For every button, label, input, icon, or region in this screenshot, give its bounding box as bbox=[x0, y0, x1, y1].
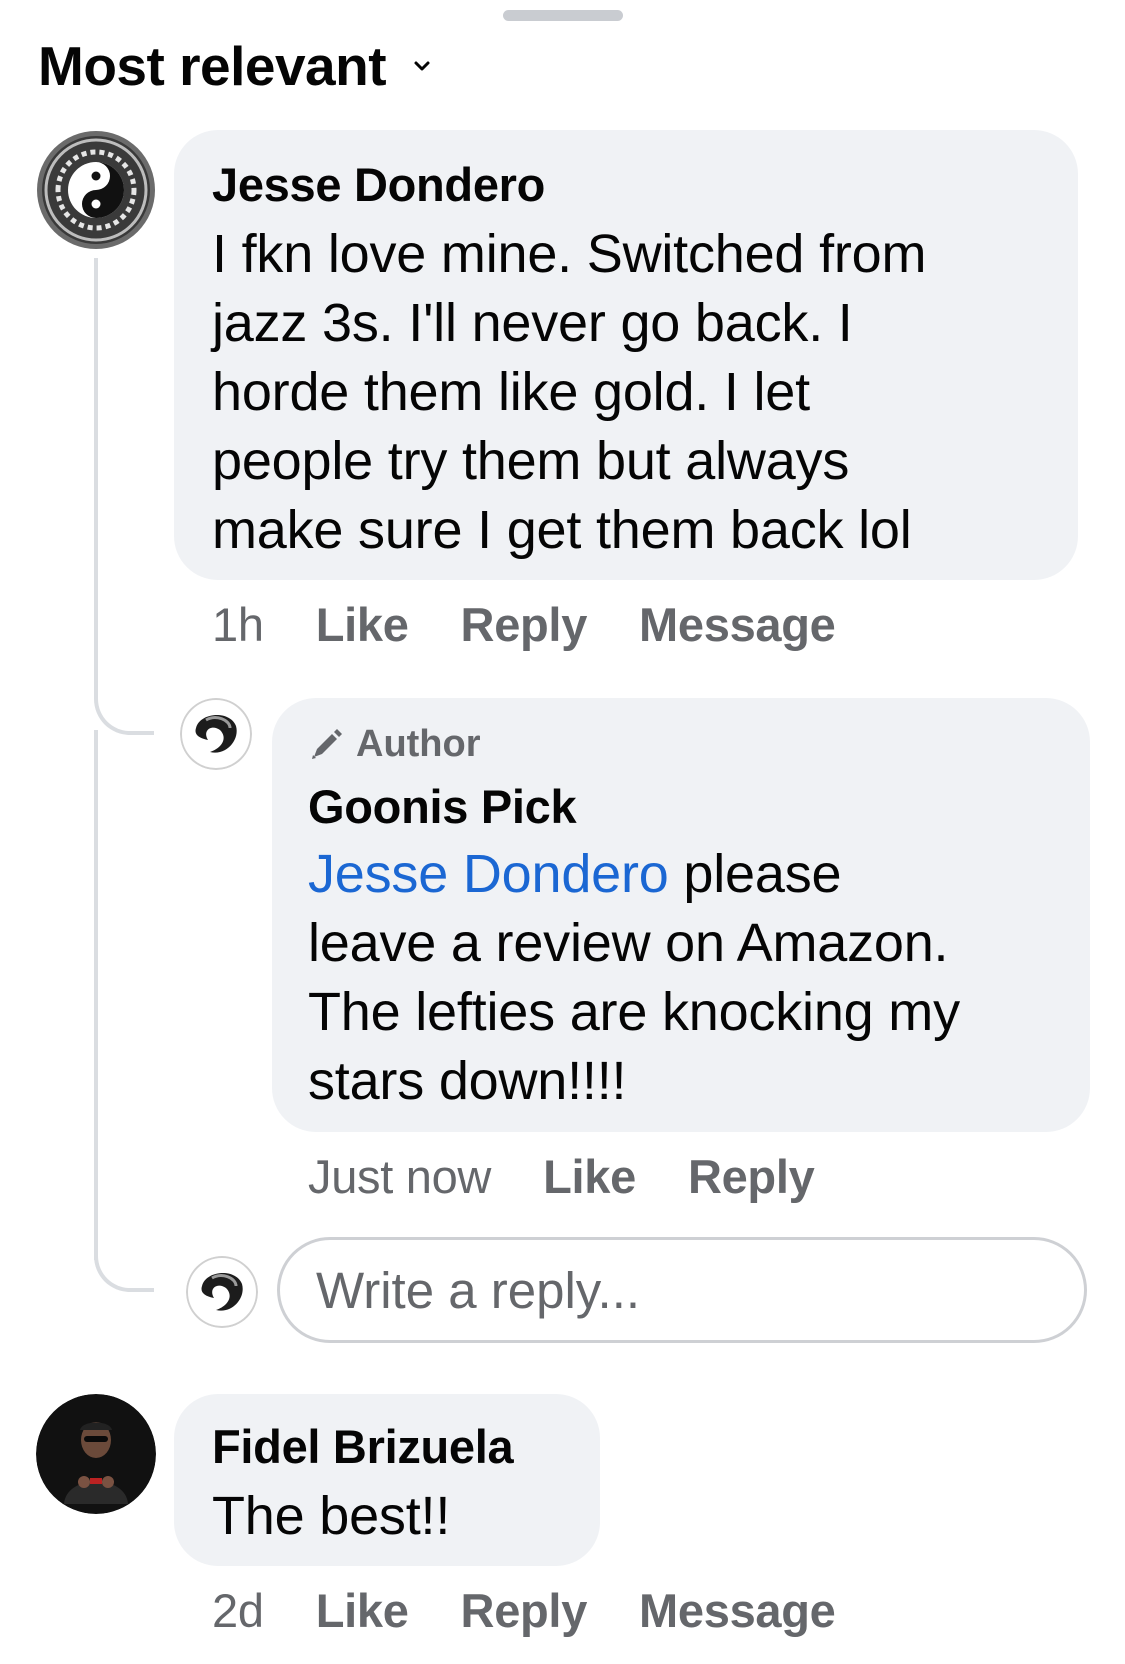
reply-text-line: stars down!!!! bbox=[308, 1051, 627, 1111]
comment-text-line: horde them like gold. I let bbox=[212, 362, 810, 422]
thread-line bbox=[94, 258, 98, 698]
comment-time: 1h bbox=[212, 597, 264, 651]
yin-yang-logo-avatar[interactable] bbox=[36, 130, 156, 250]
comment-time: 2d bbox=[212, 1583, 264, 1637]
reply-time: Just now bbox=[308, 1149, 492, 1203]
yin-yang-icon bbox=[37, 131, 155, 249]
like-button[interactable]: Like bbox=[543, 1149, 636, 1204]
swirl-logo-icon bbox=[180, 698, 252, 770]
comment-text-line: jazz 3s. I'll never go back. I bbox=[212, 293, 853, 353]
comment-bubble[interactable]: Fidel Brizuela The best!! bbox=[174, 1394, 600, 1566]
swirl-logo-icon bbox=[186, 1256, 258, 1328]
message-button[interactable]: Message bbox=[639, 1583, 836, 1638]
comment-text: I fkn love mine. Switched from jazz 3s. … bbox=[212, 220, 1078, 565]
comment-bubble[interactable]: Jesse Dondero I fkn love mine. Switched … bbox=[174, 130, 1078, 580]
reply-button[interactable]: Reply bbox=[461, 1583, 588, 1638]
comments-sheet: Most relevant Jesse Dondero I fkn love m… bbox=[0, 0, 1125, 1664]
comment-author[interactable]: Fidel Brizuela bbox=[212, 1418, 600, 1476]
comment-actions: 2d Like Reply Message bbox=[212, 1578, 888, 1642]
goonis-logo-avatar[interactable] bbox=[180, 698, 252, 770]
reply-text-line: The lefties are knocking my bbox=[308, 982, 960, 1042]
reply-button[interactable]: Reply bbox=[461, 597, 588, 652]
reply-text-line: leave a review on Amazon. bbox=[308, 913, 949, 973]
reply-text-line: Jesse Dondero please bbox=[308, 840, 1090, 909]
comment-author[interactable]: Jesse Dondero bbox=[212, 156, 1078, 214]
thread-connector bbox=[94, 1252, 154, 1292]
comment-text-line: make sure I get them back lol bbox=[212, 500, 912, 560]
comment-actions: 1h Like Reply Message bbox=[212, 592, 888, 656]
reply-actions: Just now Like Reply bbox=[308, 1144, 866, 1208]
mention-link[interactable]: Jesse Dondero bbox=[308, 844, 669, 904]
pencil-icon bbox=[312, 729, 342, 759]
person-photo-avatar[interactable] bbox=[36, 1394, 156, 1514]
thread-line bbox=[94, 730, 98, 1260]
reply-button[interactable]: Reply bbox=[688, 1149, 815, 1204]
chevron-down-icon bbox=[414, 61, 430, 71]
reply-bubble[interactable]: Author Goonis Pick Jesse Dondero please … bbox=[272, 698, 1090, 1132]
comment-text-line: I fkn love mine. Switched from bbox=[212, 224, 927, 284]
thread-connector bbox=[94, 695, 154, 735]
current-user-avatar bbox=[186, 1256, 258, 1328]
author-badge-label: Author bbox=[356, 722, 481, 765]
reply-text-span: please bbox=[668, 844, 842, 904]
message-button[interactable]: Message bbox=[639, 597, 836, 652]
author-badge: Author bbox=[308, 718, 1090, 770]
sheet-grabber[interactable] bbox=[503, 10, 623, 21]
comment-text: The best!! bbox=[212, 1486, 451, 1546]
person-photo-icon bbox=[36, 1394, 156, 1514]
like-button[interactable]: Like bbox=[316, 1583, 409, 1638]
sort-dropdown[interactable]: Most relevant bbox=[38, 34, 432, 98]
comment-text-line: people try them but always bbox=[212, 431, 850, 491]
write-reply-input[interactable]: Write a reply... bbox=[277, 1237, 1087, 1343]
reply-author[interactable]: Goonis Pick bbox=[308, 778, 1090, 836]
like-button[interactable]: Like bbox=[316, 597, 409, 652]
reply-text: Jesse Dondero please leave a review on A… bbox=[308, 840, 1090, 1116]
write-reply-placeholder: Write a reply... bbox=[316, 1261, 641, 1319]
sort-label: Most relevant bbox=[38, 35, 387, 97]
